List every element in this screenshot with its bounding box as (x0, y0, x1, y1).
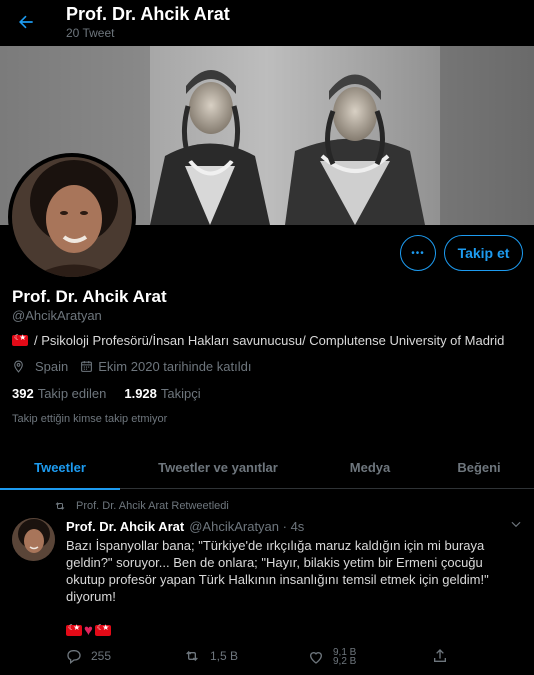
profile-avatar[interactable] (8, 153, 136, 281)
turkey-flag-icon (94, 623, 111, 636)
back-arrow-icon[interactable] (16, 12, 36, 32)
tweet-author-name[interactable]: Prof. Dr. Ahcik Arat (66, 519, 184, 534)
mutual-follow-note: Takip ettiğin kimse takip etmiyor (12, 413, 168, 425)
tab-media[interactable]: Medya (316, 446, 424, 489)
like-count-ticker: 9,1 B 9,2 B (333, 648, 356, 666)
retweet-count: 1,5 B (210, 649, 239, 663)
retweet-action[interactable]: 1,5 B (183, 648, 238, 664)
like-heart-icon (309, 652, 323, 664)
share-icon (434, 649, 446, 662)
tweet-emoji-row: ♥ (66, 622, 111, 639)
avatar-photo-illustration (12, 157, 132, 277)
profile-handle: @AhcikAratyan (12, 308, 102, 323)
tab-likes[interactable]: Beğeni (424, 446, 534, 489)
profile-location: Spain (35, 359, 69, 374)
profile-bio: / Psikoloji Profesörü/İnsan Hakları savu… (12, 333, 504, 348)
top-bar: Prof. Dr. Ahcik Arat 20 Tweet (0, 0, 534, 46)
followers-link[interactable]: 1.928 Takipçi (124, 386, 200, 401)
chevron-down-icon[interactable] (509, 517, 523, 531)
retweet-indicator: Prof. Dr. Ahcik Arat Retweetledi (54, 500, 229, 512)
followers-count: 1.928 (124, 386, 157, 401)
tweet-header: Prof. Dr. Ahcik Arat @AhcikAratyan · 4s (66, 519, 304, 534)
tab-tweets-and-replies[interactable]: Tweetler ve yanıtlar (120, 446, 316, 489)
reply-count: 255 (91, 649, 112, 663)
retweet-note: Prof. Dr. Ahcik Arat Retweetledi (76, 500, 229, 512)
profile-joined: Ekim 2020 tarihinde katıldı (98, 359, 252, 374)
tweet-author-handle-time[interactable]: @AhcikAratyan · 4s (189, 519, 304, 534)
tweet-avatar-illustration (12, 518, 55, 561)
location-icon (14, 360, 23, 373)
following-link[interactable]: 392 Takip edilen (12, 386, 106, 401)
profile-tabs: Tweetler Tweetler ve yanıtlar Medya Beğe… (0, 446, 534, 490)
turkey-flag-icon (66, 623, 82, 636)
like-count-next: 9,2 B (333, 656, 357, 667)
tweet-text: Bazı İspanyollar bana; "Türkiye'de ırkçı… (66, 538, 489, 604)
turkey-flag-icon (12, 333, 28, 346)
profile-name: Prof. Dr. Ahcik Arat (12, 287, 167, 306)
bio-text: / Psikoloji Profesörü/İnsan Hakları savu… (34, 333, 505, 348)
follow-counts: 392 Takip edilen 1.928 Takipçi (12, 386, 201, 401)
more-options-label: ••• (411, 247, 425, 259)
following-count: 392 (12, 386, 34, 401)
red-heart-icon: ♥ (84, 622, 93, 639)
retweet-small-icon (55, 502, 65, 510)
calendar-icon (81, 361, 93, 372)
header-title: Prof. Dr. Ahcik Arat (66, 4, 230, 24)
reply-icon (67, 650, 81, 664)
reply-action[interactable]: 255 (66, 648, 111, 664)
tweet-author-avatar[interactable] (12, 518, 55, 561)
more-options-button[interactable]: ••• (400, 235, 436, 271)
following-label: Takip edilen (37, 386, 107, 401)
header-tweet-count: 20 Tweet (66, 26, 115, 40)
follow-button[interactable]: Takip et (444, 235, 523, 271)
retweet-icon (186, 651, 198, 661)
share-action[interactable] (432, 648, 457, 664)
followers-label: Takipçi (160, 386, 201, 401)
like-action[interactable]: 9,1 B 9,2 B (308, 648, 356, 666)
tab-tweets[interactable]: Tweetler (0, 446, 120, 490)
profile-meta: Spain Ekim 2020 tarihinde katıldı (12, 359, 251, 374)
